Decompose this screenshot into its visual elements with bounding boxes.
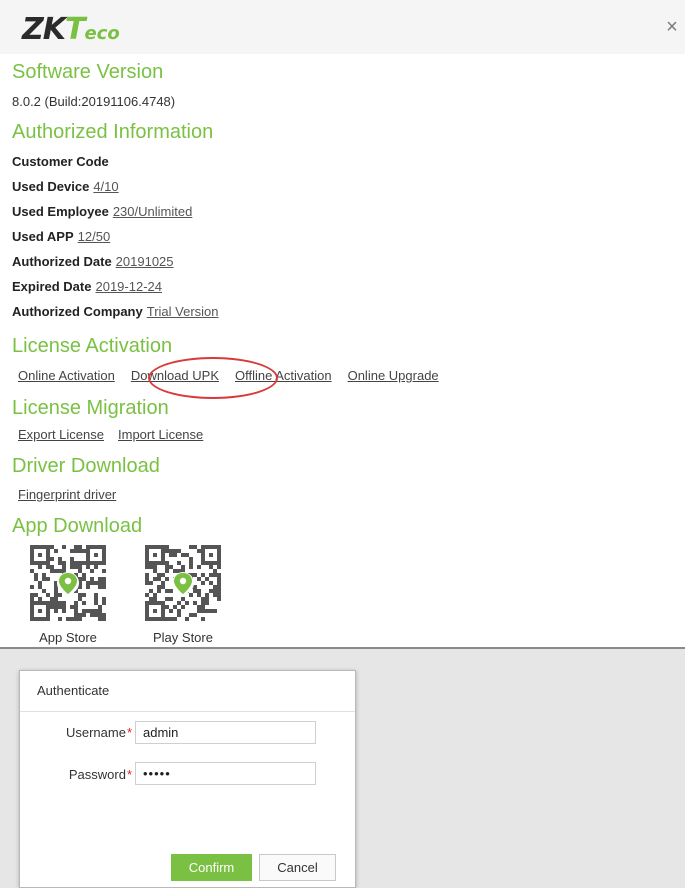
driver-download-title: Driver Download	[12, 455, 160, 477]
username-input[interactable]: admin	[135, 721, 316, 744]
confirm-button[interactable]: Confirm	[171, 854, 252, 881]
authorized-date-value[interactable]: 20191025	[116, 254, 174, 269]
license-migration-links: Export License Import License	[18, 427, 203, 442]
expired-date-label: Expired Date	[12, 279, 92, 294]
qr-code-icon	[30, 545, 106, 621]
expired-date-row: Expired Date 2019-12-24	[12, 279, 162, 294]
customer-code-row: Customer Code	[12, 154, 109, 169]
required-mark: *	[126, 767, 132, 782]
zkteco-logo: ZK T eco	[22, 12, 120, 47]
used-employee-label: Used Employee	[12, 204, 109, 219]
authorized-information-title: Authorized Information	[12, 121, 214, 143]
import-license-link[interactable]: Import License	[118, 427, 203, 442]
password-label: Password*	[68, 767, 132, 782]
online-activation-link[interactable]: Online Activation	[18, 368, 115, 383]
app-store-download[interactable]: App Store	[30, 545, 106, 645]
app-download-title: App Download	[12, 515, 143, 537]
customer-code-label: Customer Code	[12, 154, 109, 169]
authenticate-title: Authenticate	[20, 671, 355, 712]
used-device-value[interactable]: 4/10	[93, 179, 118, 194]
offline-activation-link[interactable]: Offline Activation	[235, 368, 332, 383]
about-dialog: ZK T eco × Software Version 8.0.2 (Build…	[0, 0, 685, 649]
fingerprint-driver-link[interactable]: Fingerprint driver	[18, 487, 116, 502]
used-app-label: Used APP	[12, 229, 74, 244]
username-label: Username*	[65, 725, 132, 740]
used-app-row: Used APP 12/50	[12, 229, 110, 244]
authorized-company-row: Authorized Company Trial Version	[12, 304, 219, 319]
app-store-label: App Store	[39, 630, 97, 645]
password-input[interactable]: •••••	[135, 762, 316, 785]
authorized-company-value[interactable]: Trial Version	[147, 304, 219, 319]
used-app-value[interactable]: 12/50	[78, 229, 111, 244]
authorized-date-label: Authorized Date	[12, 254, 112, 269]
play-store-label: Play Store	[153, 630, 213, 645]
qr-code-icon	[145, 545, 221, 621]
used-device-label: Used Device	[12, 179, 90, 194]
authorized-company-label: Authorized Company	[12, 304, 143, 319]
cancel-button[interactable]: Cancel	[259, 854, 336, 881]
driver-download-links: Fingerprint driver	[18, 487, 116, 502]
export-license-link[interactable]: Export License	[18, 427, 104, 442]
close-icon[interactable]: ×	[663, 17, 681, 37]
dialog-header: ZK T eco ×	[0, 0, 685, 54]
used-device-row: Used Device 4/10	[12, 179, 119, 194]
required-mark: *	[126, 725, 132, 740]
authorized-date-row: Authorized Date 20191025	[12, 254, 174, 269]
license-activation-title: License Activation	[12, 335, 173, 357]
software-version-title: Software Version	[12, 61, 164, 83]
expired-date-value[interactable]: 2019-12-24	[95, 279, 162, 294]
used-employee-row: Used Employee 230/Unlimited	[12, 204, 192, 219]
software-version-value: 8.0.2 (Build:20191106.4748)	[12, 94, 176, 109]
license-migration-title: License Migration	[12, 397, 169, 419]
play-store-download[interactable]: Play Store	[145, 545, 221, 645]
used-employee-value[interactable]: 230/Unlimited	[113, 204, 193, 219]
license-activation-links: Online Activation Download UPK Offline A…	[18, 368, 439, 383]
authenticate-dialog: Authenticate Username* admin Password* •…	[19, 670, 356, 888]
online-upgrade-link[interactable]: Online Upgrade	[348, 368, 439, 383]
download-upk-link[interactable]: Download UPK	[131, 368, 219, 383]
